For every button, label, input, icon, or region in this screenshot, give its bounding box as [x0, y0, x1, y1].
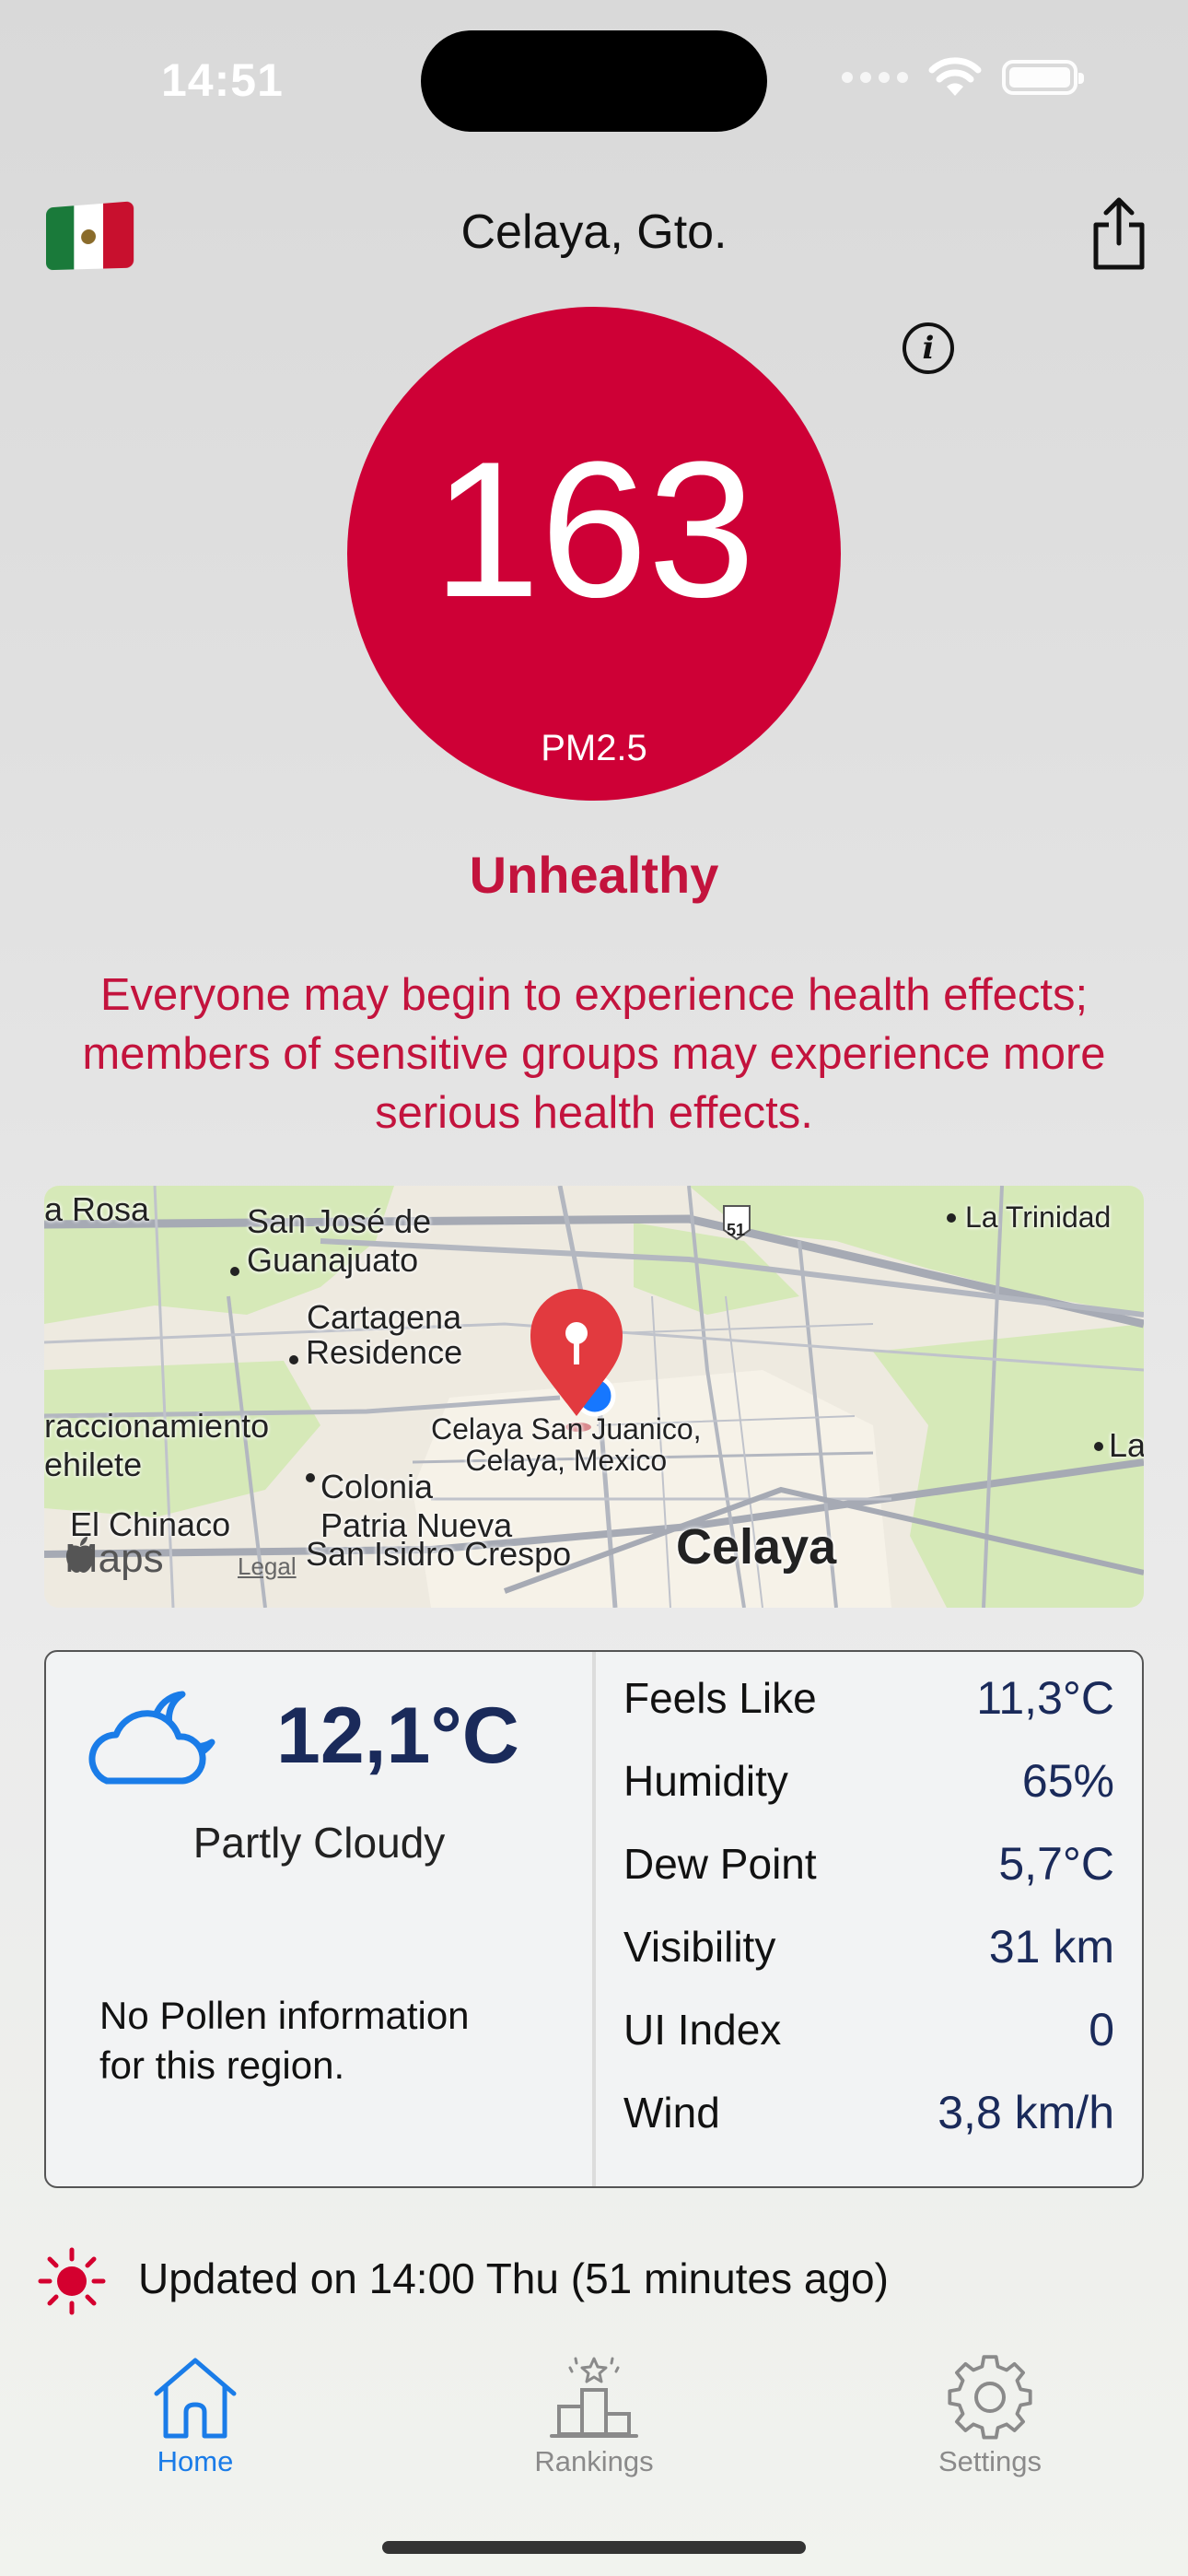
home-icon: [154, 2358, 237, 2439]
home-indicator[interactable]: [382, 2541, 806, 2554]
map-label-la-right: La: [1109, 1426, 1144, 1464]
stat-label: Dew Point: [623, 1840, 817, 1888]
aqi-level: Unhealthy: [469, 846, 719, 904]
updated-timestamp: Updated on 14:00 Thu (51 minutes ago): [138, 2254, 889, 2302]
tab-label: Home: [157, 2445, 234, 2477]
tab-label: Settings: [938, 2445, 1042, 2477]
aqi-pollutant: PM2.5: [541, 728, 647, 768]
cellular-icon: [842, 72, 908, 83]
stat-value: 0: [1089, 2004, 1114, 2055]
stat-row-feels-like: Feels Like 11,3°C: [623, 1657, 1114, 1739]
weather-summary: 12,1°C Partly Cloudy No Pollen informati…: [46, 1652, 592, 2186]
sun-icon: [38, 2247, 106, 2315]
maps-legal-link[interactable]: Legal: [238, 1552, 297, 1581]
share-icon[interactable]: [1087, 195, 1151, 273]
stat-value: 5,7°C: [998, 1838, 1114, 1890]
stat-value: 3,8 km/h: [938, 2087, 1114, 2138]
map-label-colonia: Colonia Patria Nueva: [320, 1468, 513, 1544]
weather-stats: Feels Like 11,3°C Humidity 65% Dew Point…: [596, 1652, 1142, 2186]
stat-label: UI Index: [623, 2006, 782, 2054]
stat-value: 65%: [1021, 1755, 1114, 1807]
map-label-la-rosa: a Rosa: [44, 1190, 150, 1228]
stat-label: Wind: [623, 2089, 720, 2137]
city-title: Celaya, Gto.: [460, 205, 728, 259]
stat-row-wind: Wind 3,8 km/h: [623, 2071, 1114, 2154]
map-label-celaya: Celaya: [676, 1519, 837, 1575]
tab-settings[interactable]: Settings: [884, 2355, 1096, 2478]
apple-icon: [66, 1537, 94, 1573]
pollen-info: No Pollen information for this region.: [99, 1994, 470, 2087]
stat-label: Visibility: [623, 1923, 776, 1971]
map-label-cartagena: Cartagena Residence: [306, 1298, 463, 1371]
partly-cloudy-night-icon: [88, 1691, 215, 1785]
battery-icon: [1002, 60, 1084, 95]
status-time: 14:51: [161, 54, 284, 106]
map-dot: [306, 1473, 315, 1482]
tab-label: Rankings: [534, 2445, 654, 2477]
highway-shield-label: 51: [727, 1221, 746, 1239]
map-background: [44, 1186, 1144, 1608]
info-icon[interactable]: i: [903, 322, 954, 374]
location-map[interactable]: a Rosa San José de Guanajuato La Trinida…: [44, 1186, 1144, 1608]
map-dot: [947, 1213, 956, 1223]
map-label-san-jose: San José de Guanajuato: [247, 1202, 432, 1279]
map-dot: [289, 1355, 298, 1364]
apple-maps-logo[interactable]: Maps: [64, 1536, 164, 1582]
stat-label: Feels Like: [623, 1674, 817, 1722]
map-label-fraccionamiento: raccionamiento ehilete: [44, 1407, 270, 1483]
status-icons: [842, 57, 1084, 98]
stat-row-dew-point: Dew Point 5,7°C: [623, 1822, 1114, 1905]
map-label-san-isidro: San Isidro Crespo: [306, 1535, 572, 1573]
tab-rankings[interactable]: Rankings: [488, 2355, 700, 2478]
tab-home[interactable]: Home: [89, 2355, 301, 2478]
temperature: 12,1°C: [276, 1692, 519, 1780]
map-label-la-trinidad: La Trinidad: [965, 1200, 1112, 1234]
map-label-celaya-juanico: Celaya San Juanico, Celaya, Mexico: [431, 1412, 702, 1477]
stat-value: 31 km: [988, 1921, 1114, 1973]
stat-row-humidity: Humidity 65%: [623, 1739, 1114, 1822]
rankings-icon: [550, 2357, 638, 2438]
stat-row-visibility: Visibility 31 km: [623, 1905, 1114, 1988]
aqi-value: 163: [432, 421, 756, 638]
stat-value: 11,3°C: [976, 1672, 1114, 1724]
aqi-description: Everyone may begin to experience health …: [82, 970, 1106, 1138]
stat-label: Humidity: [623, 1757, 788, 1805]
map-dot: [230, 1267, 239, 1276]
gear-icon: [948, 2355, 1032, 2440]
weather-card: 12,1°C Partly Cloudy No Pollen informati…: [44, 1650, 1144, 2188]
dynamic-island: [421, 30, 767, 132]
stat-row-uv-index: UI Index 0: [623, 1988, 1114, 2071]
wifi-icon: [928, 57, 982, 96]
map-dot: [1094, 1442, 1103, 1451]
weather-condition: Partly Cloudy: [192, 1819, 446, 1867]
